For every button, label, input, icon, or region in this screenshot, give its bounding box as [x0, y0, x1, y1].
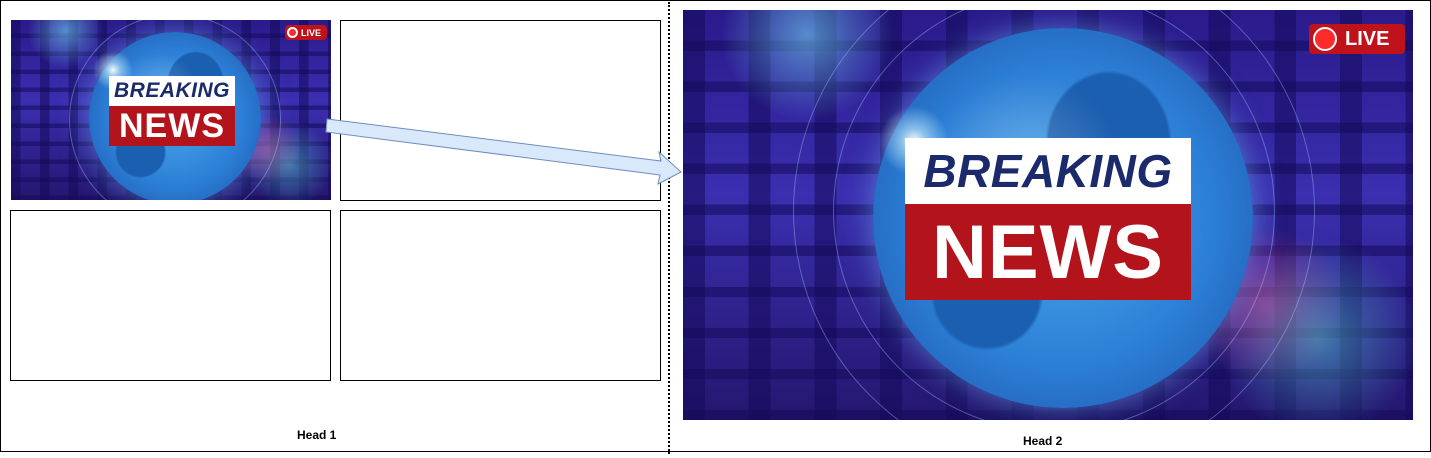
live-text: LIVE [301, 27, 322, 38]
breaking-banner: BREAKING [905, 138, 1191, 204]
dotted-divider [668, 2, 670, 454]
head-1-panel-bottom-right[interactable] [340, 210, 661, 381]
head-1-panel-top-right[interactable] [340, 20, 661, 201]
head-2-caption: Head 2 [1023, 434, 1063, 448]
head-2-news-image[interactable]: BREAKING NEWS LIVE [683, 10, 1413, 420]
breaking-text: BREAKING [923, 145, 1173, 197]
news-banner: NEWS [109, 106, 235, 146]
head-1-caption: Head 1 [297, 428, 337, 442]
news-banner: NEWS [905, 204, 1191, 300]
live-dot-icon [1313, 27, 1337, 51]
head-1-panel-bottom-left[interactable] [10, 210, 331, 381]
live-text: LIVE [1345, 27, 1390, 50]
live-badge: LIVE [1309, 24, 1405, 54]
live-badge: LIVE [285, 25, 327, 40]
breaking-text: BREAKING [113, 79, 230, 102]
live-dot-icon [287, 27, 298, 38]
head-1-news-thumbnail[interactable]: BREAKING NEWS LIVE [11, 20, 331, 200]
news-text: NEWS [932, 209, 1164, 295]
news-text: NEWS [119, 106, 225, 145]
breaking-banner: BREAKING [109, 76, 235, 106]
